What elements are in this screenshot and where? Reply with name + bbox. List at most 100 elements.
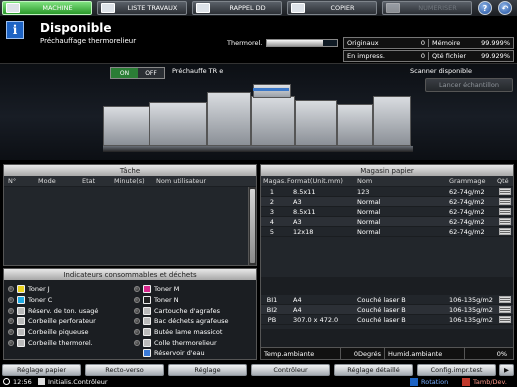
consumable-water-tank[interactable]: Réservoir d'eau [134,348,254,359]
tray-format: A3 [293,197,302,206]
back-icon[interactable]: ↶ [498,1,512,15]
consumable-binder-glue[interactable]: Colle thermorelieur [134,337,254,348]
toggle-off[interactable]: OFF [138,68,164,78]
tab-recall[interactable]: RAPPEL DD [192,1,282,15]
qte-fichier-value: 99.929% [481,52,510,60]
tray-weight: 62-74g/m2 [449,187,485,196]
footer-message: Initialis.Contrôleur [48,378,108,386]
consumable-toner-c[interactable]: Toner C [8,295,128,306]
tamb-label: Tamb/Dev. [473,378,507,386]
paper-level-icon [497,296,513,303]
job-scroll-thumb[interactable] [250,189,255,263]
tray-paper-name: Normal [357,227,381,236]
tray-number: 4 [269,217,275,226]
toner-icon [17,296,25,305]
consumable-trimmer-stop[interactable]: Butée lame massicot [134,327,254,338]
inserter-row[interactable]: BI1 A4 Couché laser B 106-135g/m2 [261,295,513,305]
consumables-left-list: Toner J Toner C Réserv. de ton. usagé Co… [8,284,128,348]
clock-time: 12:56 [13,378,32,386]
tray-row[interactable]: 2 A3 Normal 62-74g/m2 [261,197,513,207]
main-body-left [207,92,251,146]
main-body-right [251,96,295,146]
tab-job-list[interactable]: LISTE TRAVAUX [97,1,187,15]
tray-format: 8.5x11 [293,187,316,196]
tray-row[interactable]: 1 8.5x11 123 62-74g/m2 [261,187,513,197]
glue-icon [143,338,151,347]
consumable-label: Toner N [154,296,179,305]
controller-button[interactable]: Contrôleur [251,364,330,376]
paper-setting-button[interactable]: Réglage papier [2,364,81,376]
memoire-label: Mémoire [432,39,461,47]
tray-weight: 62-74g/m2 [449,197,485,206]
job-panel: Tâche N° Mode Etat Minute(s) Nom utilisa… [3,164,257,266]
consumable-label: Toner C [28,296,53,305]
consumable-label: Butée lame massicot [154,328,223,337]
consumable-toner-m[interactable]: Toner M [134,284,254,295]
scanner-status: Scanner disponible [410,67,472,75]
originaux-label: Originaux [347,39,379,47]
tray-paper-name: 123 [357,187,370,196]
tray-row[interactable]: 5 12x18 Normal 62-74g/m2 [261,227,513,237]
tray-format: 307.0 x 472.0 [293,315,339,324]
job-list[interactable] [4,187,248,265]
consumable-toner-n[interactable]: Toner N [134,295,254,306]
sample-button[interactable]: Lancer échantillon [425,78,513,92]
consumable-punch-bin[interactable]: Corbeille perforateur [8,316,128,327]
consumable-label: Toner J [28,285,50,294]
tab-scanner-label: NUMERISER [418,4,457,12]
next-arrow-icon[interactable]: ▶ [499,364,514,376]
memoire-value: 99.999% [481,39,510,47]
consumables-panel: Indicateurs consommables et déchets Tone… [3,268,257,360]
paper-level-icon [497,208,513,215]
preheat-toggle[interactable]: ON OFF [110,67,165,79]
job-scrollbar[interactable] [248,187,256,265]
status-dot-icon [134,286,140,293]
adjustment-button[interactable]: Réglage [168,364,247,376]
staple-waste-icon [143,317,151,326]
toner-icon [17,285,25,294]
impress-value: 0 [401,52,429,60]
duplex-button[interactable]: Recto-verso [85,364,164,376]
job-col-no: N° [8,177,17,185]
detailed-setting-button[interactable]: Réglage détaillé [334,364,413,376]
scanner-light [253,88,289,91]
toggle-on[interactable]: ON [111,68,138,78]
hdd-icon [196,3,210,13]
paper-level-icon [497,188,513,195]
tab-scanner[interactable]: NUMERISER [382,1,472,15]
tray-row[interactable]: 4 A3 Normal 62-74g/m2 [261,217,513,227]
impress-label: En impress. [347,52,385,60]
inserter-row[interactable]: PB 307.0 x 472.0 Couché laser B 106-135g/m2 [261,315,513,325]
tray-list: 1 8.5x11 123 62-74g/m2 2 A3 Normal 62-74g/m2 3 8.… [261,187,513,277]
inserter-row[interactable]: BI2 A4 Couché laser B 106-135g/m2 [261,305,513,315]
tray-table-header: Magas. Format(Unit.mm) Nom Grammage Qté [261,176,513,186]
tray-number: BI2 [266,305,278,314]
consumable-binder-bin[interactable]: Corbeille thermorel. [8,337,128,348]
job-col-mode: Mode [38,177,56,185]
tab-machine[interactable]: MACHINE [2,1,92,15]
tray-paper-name: Normal [357,217,381,226]
stacker-unit [373,96,411,146]
status-dot-icon [134,297,140,304]
test-print-button[interactable]: Config.impr.test [417,364,496,376]
thermo-gauge [266,39,338,47]
tray-weight: 62-74g/m2 [449,227,485,236]
consumable-toner-j[interactable]: Toner J [8,284,128,295]
consumable-waste-toner[interactable]: Réserv. de ton. usagé [8,305,128,316]
originaux-value: 0 [401,39,429,47]
paper-level-icon [497,228,513,235]
paper-level-icon [497,218,513,225]
tray-row[interactable]: 3 8.5x11 Normal 62-74g/m2 [261,207,513,217]
help-icon[interactable]: ? [478,1,492,15]
consumable-stapler-bin[interactable]: Corbeille piqueuse [8,327,128,338]
consumable-staple-waste[interactable]: Bac déchets agrafeuse [134,316,254,327]
printer-illustration [103,84,413,154]
consumable-staple-cartridge[interactable]: Cartouche d'agrafes [134,305,254,316]
machine-base [103,146,413,152]
tab-copier[interactable]: COPIER [287,1,377,15]
controller-status-icon [38,378,45,385]
tray-number: 3 [269,207,275,216]
rotation-label: Rotation [421,378,449,386]
tray-col-qty: Qté [497,177,509,185]
tray-format: A4 [293,305,302,314]
